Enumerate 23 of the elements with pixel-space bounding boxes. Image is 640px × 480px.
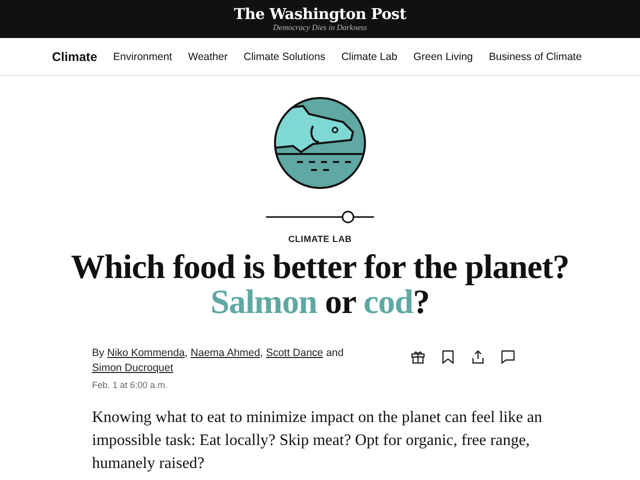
article-paragraph: Knowing what to eat to minimize impact on the planet can feel like an impossible task: Eat locally? Skip meat? Opt for organic, free range, humanely raised?: [92, 408, 544, 474]
nav-link[interactable]: Green Living: [413, 50, 473, 62]
author-link[interactable]: Naema Ahmed: [190, 347, 260, 359]
author-link[interactable]: Simon Ducroquet: [92, 362, 174, 374]
comment-button[interactable]: [499, 348, 517, 366]
gift-icon: [411, 350, 425, 364]
masthead-tagline: Democracy Dies in Darkness: [273, 22, 367, 32]
nav-link[interactable]: Weather: [188, 50, 228, 62]
nav-link[interactable]: Business of Climate: [488, 50, 582, 62]
headline: Which food is better for the planet? Salmon or cod?: [70, 250, 570, 320]
nav-link[interactable]: Climate Solutions: [244, 50, 326, 62]
nav-link[interactable]: Climate: [52, 50, 98, 64]
byline: By Niko Kommenda, Naema Ahmed, Scott Dance and Simon Ducroquet: [92, 346, 345, 376]
masthead-logo[interactable]: The Washington Post: [234, 6, 406, 22]
section-kicker[interactable]: CLIMATE LAB: [288, 234, 352, 244]
nav-link[interactable]: Environment: [113, 50, 172, 62]
nav-link[interactable]: Climate Lab: [341, 50, 398, 62]
publish-date: Feb. 1 at 6:00 a.m.: [92, 380, 169, 390]
share-icon: [471, 350, 485, 364]
author-link[interactable]: Niko Kommenda: [107, 347, 185, 359]
comment-icon: [501, 350, 515, 364]
author-link[interactable]: Scott Dance: [266, 347, 324, 359]
bookmark-icon: [442, 350, 454, 364]
